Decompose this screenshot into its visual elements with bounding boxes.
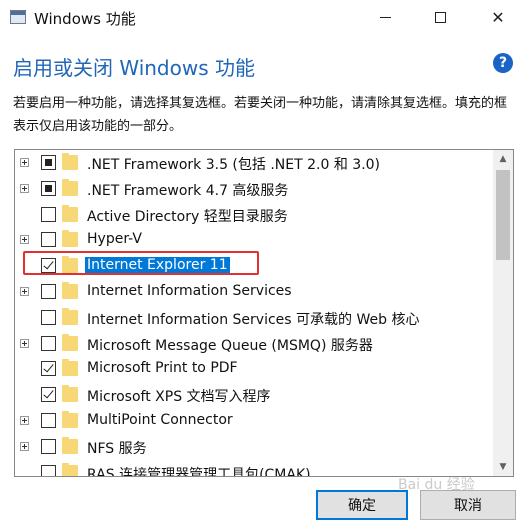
maximize-icon: [434, 11, 446, 23]
folder-icon: [62, 359, 78, 377]
dialog-description: 若要启用一种功能，请选择其复选框。若要关闭一种功能，请清除其复选框。填充的框表示…: [13, 96, 508, 134]
feature-checkbox[interactable]: [41, 335, 56, 351]
feature-label: Hyper-V: [87, 231, 142, 248]
feature-row[interactable]: .NET Framework 3.5 (包括 .NET 2.0 和 3.0): [15, 150, 493, 176]
folder-icon: [62, 410, 78, 428]
folder-icon: [62, 333, 78, 351]
cancel-button[interactable]: 取消: [420, 490, 516, 520]
feature-row[interactable]: .NET Framework 4.7 高级服务: [15, 176, 493, 202]
feature-row[interactable]: Active Directory 轻型目录服务: [15, 202, 493, 228]
folder-icon: [62, 436, 78, 454]
feature-row[interactable]: Microsoft XPS 文档写入程序: [15, 382, 493, 408]
feature-checkbox[interactable]: [41, 180, 56, 196]
feature-label: Internet Information Services 可承载的 Web 核…: [87, 311, 420, 328]
feature-label: Internet Explorer 11: [85, 257, 230, 274]
feature-checkbox[interactable]: [41, 412, 56, 428]
feature-label: NFS 服务: [87, 440, 147, 457]
feature-row[interactable]: NFS 服务: [15, 434, 493, 460]
feature-checkbox[interactable]: [41, 438, 56, 454]
folder-icon: [62, 256, 78, 274]
feature-label: RAS 连接管理器管理工具包(CMAK): [87, 466, 311, 477]
folder-icon: [62, 281, 78, 299]
feature-row[interactable]: Internet Explorer 11: [15, 253, 493, 279]
feature-label: Microsoft Print to PDF: [87, 360, 238, 377]
feature-row[interactable]: Microsoft Message Queue (MSMQ) 服务器: [15, 331, 493, 357]
scroll-down-button[interactable]: ▼: [493, 458, 513, 476]
feature-row[interactable]: Internet Information Services 可承载的 Web 核…: [15, 305, 493, 331]
features-tree[interactable]: .NET Framework 3.5 (包括 .NET 2.0 和 3.0) .N…: [14, 149, 514, 477]
feature-checkbox[interactable]: [41, 206, 56, 222]
feature-label: MultiPoint Connector: [87, 411, 233, 428]
scroll-thumb[interactable]: [496, 170, 510, 260]
feature-checkbox[interactable]: [41, 309, 56, 325]
scroll-up-button[interactable]: ▲: [493, 150, 513, 168]
folder-icon: [62, 307, 78, 325]
window-title: Windows 功能: [34, 10, 136, 28]
feature-checkbox[interactable]: [41, 387, 56, 403]
expand-icon[interactable]: [20, 235, 29, 245]
feature-checkbox[interactable]: [41, 361, 56, 377]
features-list: .NET Framework 3.5 (包括 .NET 2.0 和 3.0) .N…: [15, 150, 493, 477]
expand-icon[interactable]: [20, 415, 29, 425]
expand-icon[interactable]: [20, 441, 29, 451]
expand-icon[interactable]: [20, 183, 29, 193]
arrow-down-icon: ▼: [499, 462, 507, 472]
folder-icon: [62, 204, 78, 222]
feature-checkbox[interactable]: [41, 464, 56, 476]
folder-icon: [62, 178, 78, 196]
dialog-heading: 启用或关闭 Windows 功能: [13, 56, 255, 80]
folder-icon: [62, 462, 78, 476]
maximize-button[interactable]: [413, 0, 467, 34]
arrow-up-icon: ▲: [499, 154, 507, 164]
folder-icon: [62, 230, 78, 248]
feature-label: Internet Information Services: [87, 282, 292, 299]
feature-row[interactable]: Microsoft Print to PDF: [15, 356, 493, 382]
feature-label: Microsoft XPS 文档写入程序: [87, 389, 271, 406]
vertical-scrollbar[interactable]: ▲ ▼: [493, 150, 513, 476]
feature-checkbox[interactable]: [41, 283, 56, 299]
feature-row[interactable]: Hyper-V: [15, 227, 493, 253]
feature-checkbox[interactable]: [41, 155, 56, 170]
folder-icon: [62, 385, 78, 403]
feature-checkbox[interactable]: [41, 258, 56, 274]
watermark-logo: Bai du 经验: [398, 477, 475, 493]
ok-button[interactable]: 确定: [316, 490, 408, 520]
expand-icon[interactable]: [20, 158, 29, 167]
feature-label: .NET Framework 3.5 (包括 .NET 2.0 和 3.0): [87, 157, 381, 173]
feature-row[interactable]: MultiPoint Connector: [15, 408, 493, 434]
feature-label: Active Directory 轻型目录服务: [87, 208, 288, 225]
expand-icon[interactable]: [20, 286, 29, 296]
title-bar: Windows 功能 ✕: [0, 0, 530, 36]
close-button[interactable]: ✕: [471, 0, 525, 34]
feature-label: .NET Framework 4.7 高级服务: [87, 182, 289, 199]
feature-checkbox[interactable]: [41, 232, 56, 248]
minimize-button[interactable]: [358, 0, 412, 34]
feature-row[interactable]: Internet Information Services: [15, 279, 493, 305]
expand-icon[interactable]: [20, 338, 29, 348]
minimize-icon: [379, 16, 391, 18]
help-icon[interactable]: ?: [493, 53, 513, 73]
app-window-icon: [10, 10, 26, 24]
close-icon: ✕: [491, 7, 505, 27]
feature-label: Microsoft Message Queue (MSMQ) 服务器: [87, 337, 373, 354]
folder-icon: [62, 153, 78, 170]
